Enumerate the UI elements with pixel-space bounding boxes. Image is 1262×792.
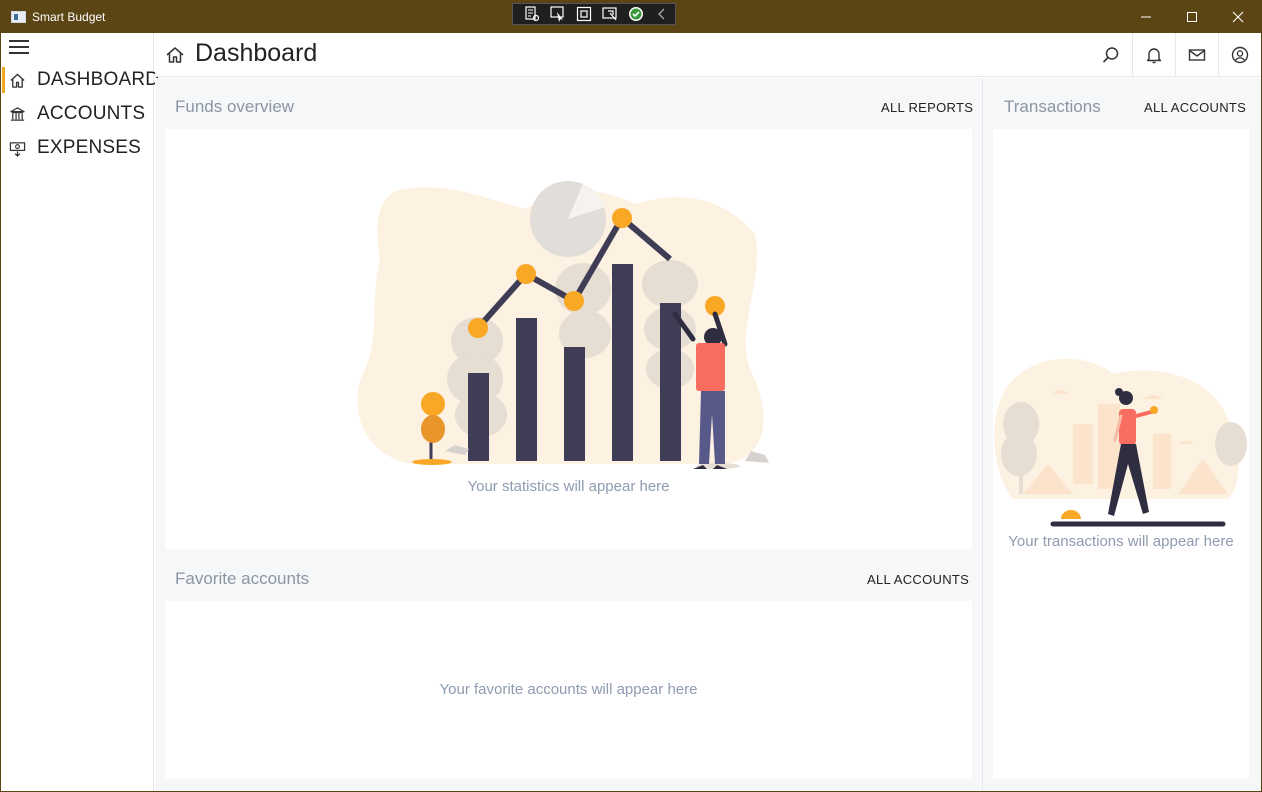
- header-actions: [1089, 33, 1261, 76]
- track-focus-icon[interactable]: [601, 5, 619, 23]
- mail-icon: [1188, 48, 1206, 61]
- transactions-all-accounts-link[interactable]: ALL ACCOUNTS: [1144, 100, 1246, 115]
- bell-icon: [1146, 47, 1162, 63]
- maximize-icon[interactable]: [1169, 1, 1215, 33]
- search-icon: [1102, 46, 1118, 63]
- page-title: Dashboard: [195, 39, 318, 67]
- title-bar[interactable]: Smart Budget: [1, 1, 1261, 33]
- favorite-accounts-title: Favorite accounts: [175, 569, 310, 588]
- transactions-illustration: [994, 358, 1247, 527]
- sidebar-item-dashboard[interactable]: DASHBOARD: [2, 65, 159, 95]
- close-icon[interactable]: [1215, 1, 1261, 33]
- home-icon: [165, 45, 185, 65]
- debug-toolbar: [512, 3, 676, 25]
- transactions-placeholder: Your transactions will appear here: [1008, 533, 1234, 550]
- collapse-toolbar-icon[interactable]: [653, 5, 671, 23]
- live-tree-icon[interactable]: [523, 5, 541, 23]
- sidebar: DASHBOARD ACCOUNTS EXPENSES: [2, 33, 159, 791]
- all-reports-link[interactable]: ALL REPORTS: [881, 100, 973, 115]
- page-header: Dashboard: [155, 33, 1261, 77]
- user-icon: [1231, 46, 1249, 63]
- sidebar-item-label: DASHBOARD: [37, 69, 160, 90]
- notifications-button[interactable]: [1132, 33, 1175, 76]
- transactions-title: Transactions: [1004, 97, 1101, 116]
- expenses-icon: [8, 139, 26, 157]
- window-title: Smart Budget: [32, 10, 106, 24]
- favorite-accounts-placeholder: Your favorite accounts will appear here: [439, 681, 698, 698]
- sidebar-item-accounts[interactable]: ACCOUNTS: [2, 99, 154, 129]
- favorite-accounts-card: Your favorite accounts will appear here: [165, 601, 972, 779]
- sidebar-item-label: EXPENSES: [37, 137, 142, 158]
- search-button[interactable]: [1089, 33, 1132, 76]
- home-icon: [8, 71, 26, 89]
- sidebar-item-label: ACCOUNTS: [37, 103, 146, 124]
- window-controls: [1123, 1, 1261, 33]
- bank-icon: [8, 105, 26, 123]
- minimize-icon[interactable]: [1123, 1, 1169, 33]
- transactions-card: Your transactions will appear here: [993, 129, 1249, 779]
- hamburger-menu-icon[interactable]: [9, 40, 29, 58]
- divider: [982, 78, 983, 791]
- app-window: Smart Budget DASHBOARD ACCOUNTS EXPENSES…: [0, 0, 1262, 792]
- all-accounts-link[interactable]: ALL ACCOUNTS: [867, 572, 969, 587]
- display-layout-icon[interactable]: [575, 5, 593, 23]
- funds-overview-title: Funds overview: [175, 97, 295, 116]
- profile-button[interactable]: [1218, 33, 1261, 76]
- funds-overview-card: Your statistics will appear here: [165, 129, 972, 549]
- select-element-icon[interactable]: [549, 5, 567, 23]
- messages-button[interactable]: [1175, 33, 1218, 76]
- sidebar-item-expenses[interactable]: EXPENSES: [2, 133, 154, 163]
- app-icon: [11, 11, 26, 23]
- statistics-placeholder: Your statistics will appear here: [467, 478, 670, 495]
- binding-check-icon[interactable]: [627, 5, 645, 23]
